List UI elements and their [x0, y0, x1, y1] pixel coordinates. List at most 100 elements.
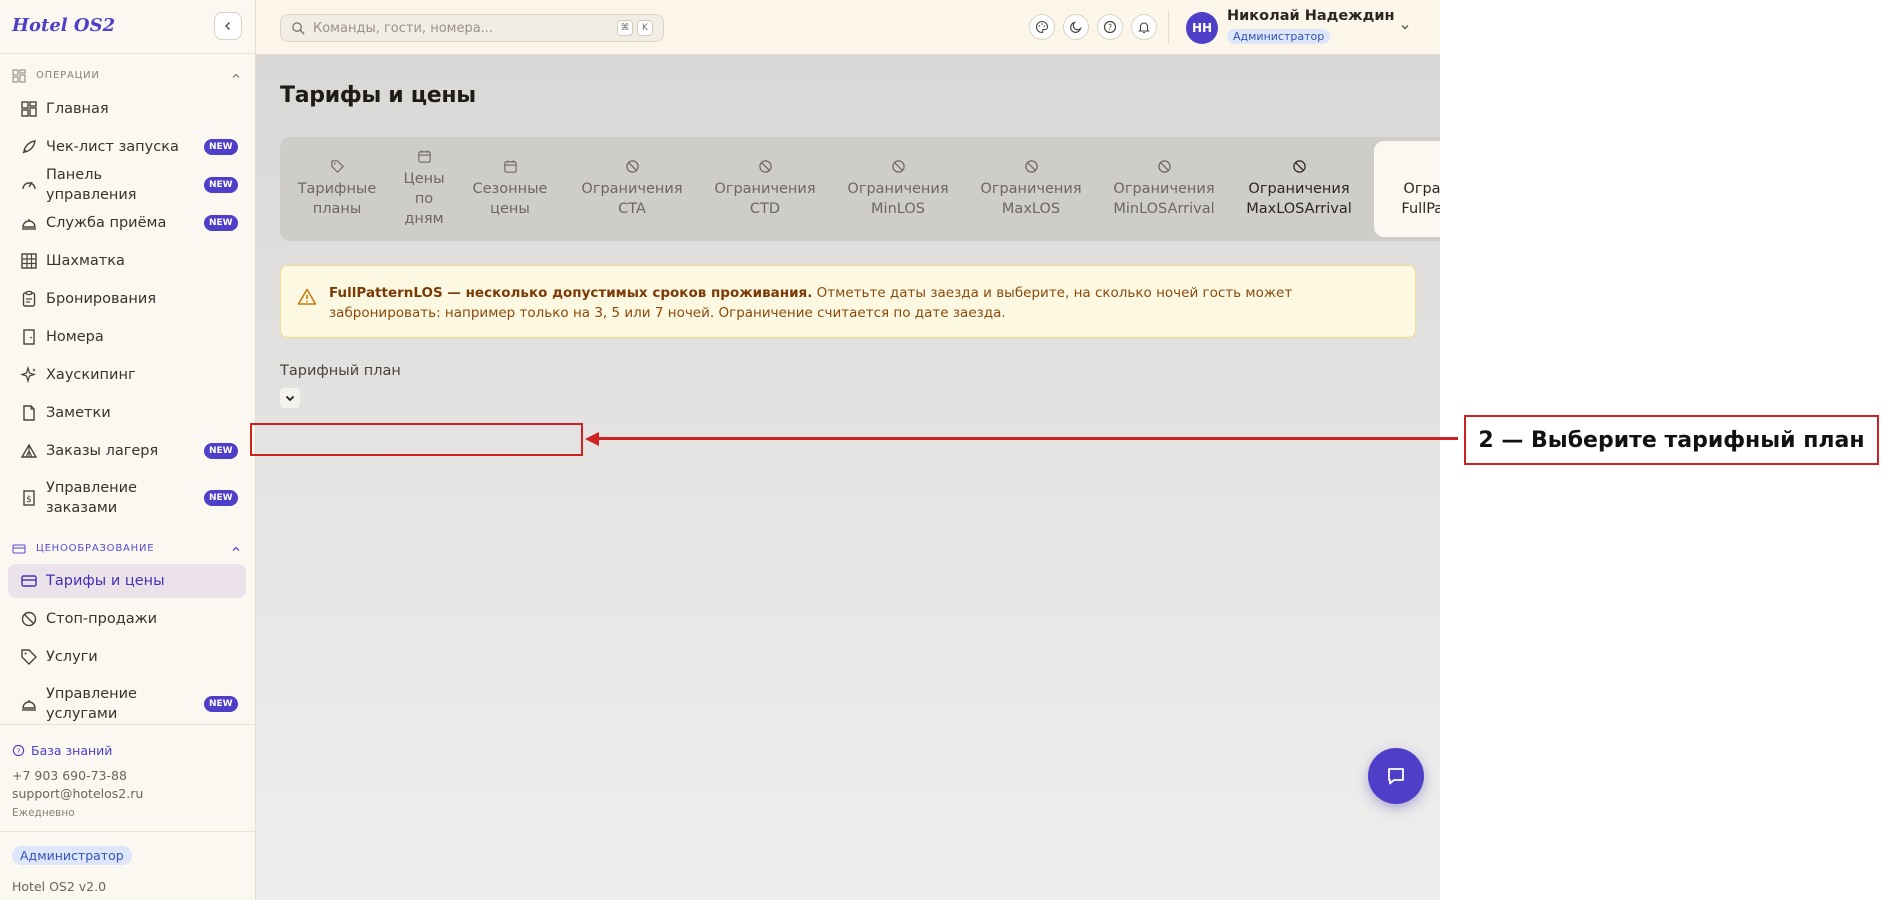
- tab-restrictions-cta[interactable]: Ограничения CTA: [566, 141, 698, 237]
- card-icon: [21, 575, 37, 587]
- help-button[interactable]: ?: [1097, 14, 1123, 40]
- fullpatternlos-info-alert: FullPatternLOS — несколько допустимых ср…: [280, 265, 1416, 338]
- sidebar-item-bookings[interactable]: Бронирования: [8, 282, 246, 316]
- annotation-arrow-head: [585, 432, 599, 446]
- tab-restrictions-maxlosarrival[interactable]: Ограничения MaxLOSArrival: [1230, 141, 1368, 237]
- receipt-icon: $: [23, 490, 35, 506]
- card-icon: [12, 544, 26, 554]
- theme-palette-button[interactable]: [1029, 14, 1055, 40]
- sidebar-bottom: Администратор Hotel OS2 v2.0: [0, 831, 256, 900]
- app-logo[interactable]: Hotel OS2: [12, 15, 115, 36]
- new-badge: NEW: [204, 696, 238, 712]
- sidebar-item-notes[interactable]: Заметки: [8, 396, 246, 430]
- sidebar-header: Hotel OS2: [0, 0, 255, 54]
- support-email[interactable]: support@hotelos2.ru: [12, 786, 143, 801]
- collapse-sidebar-button[interactable]: [214, 12, 242, 40]
- user-name[interactable]: Николай Надеждин: [1227, 8, 1395, 24]
- sidebar-item-control-panel[interactable]: Панель управления NEW: [8, 167, 246, 203]
- tab-label: Ограничения CTA: [581, 181, 683, 217]
- sparkles-icon: [20, 366, 37, 384]
- tab-label: Тарифные планы: [297, 181, 377, 217]
- sidebar-item-camp-orders[interactable]: Заказы лагеря NEW: [8, 434, 246, 468]
- tab-label: Сезонные цены: [472, 181, 548, 217]
- knowledge-base-link[interactable]: ? База знаний: [12, 743, 112, 758]
- bell-icon: [1138, 22, 1150, 34]
- sidebar-item-service-management[interactable]: Управление услугами NEW: [8, 680, 246, 728]
- dark-mode-button[interactable]: [1063, 14, 1089, 40]
- shortcut-key-k: K: [637, 20, 653, 36]
- sidebar-item-label: Чек-лист запуска: [46, 139, 179, 155]
- sidebar-item-label: Номера: [46, 329, 104, 345]
- tab-daily-prices[interactable]: Цены по дням: [394, 141, 454, 237]
- chat-button[interactable]: [1368, 748, 1424, 804]
- svg-text:?: ?: [17, 746, 21, 755]
- notifications-button[interactable]: [1131, 14, 1157, 40]
- alert-text: FullPatternLOS — несколько допустимых ср…: [329, 283, 1399, 323]
- tab-label: Ограничения MinLOSArrival: [1113, 181, 1215, 217]
- tab-restrictions-minlosarrival[interactable]: Ограничения MinLOSArrival: [1098, 141, 1230, 237]
- help-circle-icon: ?: [12, 744, 25, 757]
- sidebar-item-front-desk[interactable]: Служба приёма NEW: [8, 206, 246, 240]
- tab-restrictions-minlos[interactable]: Ограничения MinLOS: [832, 141, 964, 237]
- tab-restrictions-maxlos[interactable]: Ограничения MaxLOS: [964, 141, 1098, 237]
- tab-seasonal-prices[interactable]: Сезонные цены: [454, 141, 566, 237]
- sidebar-item-order-management[interactable]: $ Управление заказами NEW: [8, 474, 246, 522]
- dashboard-icon: [21, 101, 37, 117]
- tab-restrictions-ctd[interactable]: Ограничения CTD: [698, 141, 832, 237]
- app-version: Hotel OS2 v2.0: [12, 879, 107, 894]
- moon-icon: [1070, 21, 1082, 33]
- topbar: Команды, гости, номера... ⌘ K ? НН Никол…: [256, 0, 1440, 55]
- sidebar-item-label: Стоп-продажи: [46, 611, 158, 627]
- tab-label: Ограничения MaxLOS: [980, 181, 1082, 217]
- warning-icon: [297, 288, 317, 305]
- ban-icon: [758, 160, 772, 173]
- shortcut-key-cmd: ⌘: [617, 20, 633, 36]
- rocket-icon: [22, 140, 36, 154]
- grid-icon: [21, 253, 37, 269]
- ban-icon: [1157, 160, 1171, 173]
- sidebar-item-label: Управление заказами: [46, 480, 137, 516]
- support-phone[interactable]: +7 903 690-73-88: [12, 768, 127, 783]
- sidebar-item-label: Заказы лагеря: [46, 443, 159, 459]
- section-operations[interactable]: Операции: [0, 66, 256, 86]
- svg-text:?: ?: [1108, 23, 1112, 32]
- sidebar-item-chessboard[interactable]: Шахматка: [8, 244, 246, 278]
- section-operations-label: Операции: [36, 70, 100, 81]
- tab-rate-plans[interactable]: Тарифные планы: [280, 141, 394, 237]
- rate-plan-select[interactable]: [280, 388, 300, 408]
- sidebar-item-label: Тарифы и цены: [46, 573, 165, 589]
- avatar[interactable]: НН: [1186, 12, 1218, 44]
- sidebar-item-housekeeping[interactable]: Хаускипинг: [8, 358, 246, 392]
- alert-title: FullPatternLOS — несколько допустимых ср…: [329, 285, 813, 301]
- sidebar-item-home[interactable]: Главная: [8, 92, 246, 126]
- palette-icon: [1036, 20, 1049, 34]
- clipboard-icon: [22, 290, 36, 307]
- section-pricing-label: Ценообразование: [36, 543, 155, 554]
- tab-label: Цены по дням: [403, 171, 445, 227]
- section-pricing[interactable]: Ценообразование: [0, 539, 256, 559]
- sidebar: Hotel OS2 Операции Главная Чек-лист запу…: [0, 0, 256, 900]
- page-title: Тарифы и цены: [280, 83, 476, 108]
- sidebar-item-rooms[interactable]: Номера: [8, 320, 246, 354]
- app-window: Hotel OS2 Операции Главная Чек-лист запу…: [0, 0, 1440, 900]
- help-circle-icon: ?: [1103, 20, 1117, 34]
- tag-icon: [330, 160, 344, 173]
- chevron-down-icon[interactable]: [1399, 21, 1411, 33]
- tag-icon: [21, 649, 37, 665]
- sidebar-item-rates-prices[interactable]: Тарифы и цены: [8, 564, 246, 598]
- search-icon: [292, 22, 305, 35]
- door-icon: [23, 329, 35, 345]
- role-badge: Администратор: [12, 846, 132, 865]
- ban-icon: [1024, 160, 1038, 173]
- support-hours: Ежедневно: [12, 807, 75, 819]
- tab-restrictions-fullpatternlos[interactable]: Ограничения FullPatternLOS: [1374, 141, 1440, 237]
- new-badge: NEW: [204, 215, 238, 231]
- sidebar-item-launch-checklist[interactable]: Чек-лист запуска NEW: [8, 130, 246, 164]
- search-input[interactable]: Команды, гости, номера... ⌘ K: [280, 14, 664, 42]
- bell-desk-icon: [22, 219, 36, 230]
- annotation-highlight-box: [250, 423, 583, 456]
- sidebar-item-services[interactable]: Услуги: [8, 640, 246, 674]
- new-badge: NEW: [204, 490, 238, 506]
- tab-label: Ограничения MaxLOSArrival: [1246, 181, 1352, 217]
- sidebar-item-stop-sales[interactable]: Стоп-продажи: [8, 602, 246, 636]
